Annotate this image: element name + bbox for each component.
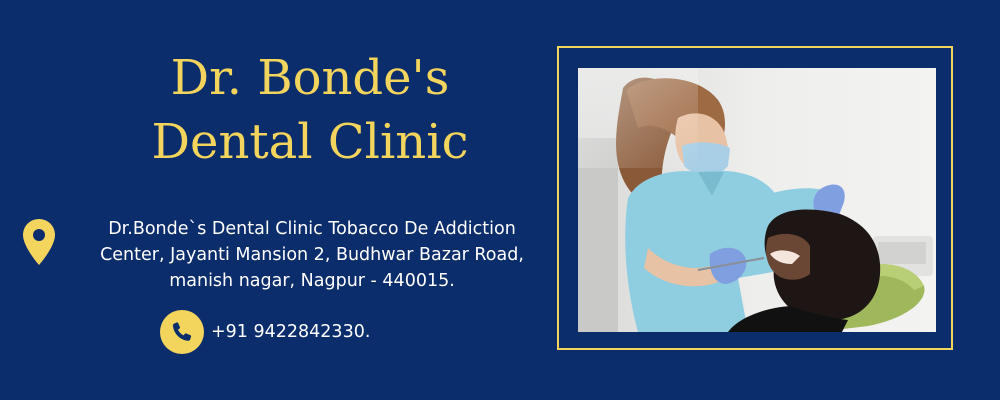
address-line-1: Dr.Bonde`s Dental Clinic Tobacco De Addi… [108,219,516,239]
phone-block: +91 9422842330. [160,310,370,354]
phone-icon [160,310,204,354]
phone-number: +91 9422842330. [211,322,371,342]
address-line-3: manish nagar, Nagpur - 440015. [169,271,455,291]
clinic-title-line-2: Dental Clinic [151,114,469,170]
location-pin-icon [22,218,56,266]
clinic-title: Dr. Bonde's Dental Clinic [80,46,540,174]
clinic-title-line-1: Dr. Bonde's [170,50,450,106]
clinic-address: Dr.Bonde`s Dental Clinic Tobacco De Addi… [62,216,562,294]
address-line-2: Center, Jayanti Mansion 2, Budhwar Bazar… [100,245,524,265]
dentist-photo [578,68,936,332]
